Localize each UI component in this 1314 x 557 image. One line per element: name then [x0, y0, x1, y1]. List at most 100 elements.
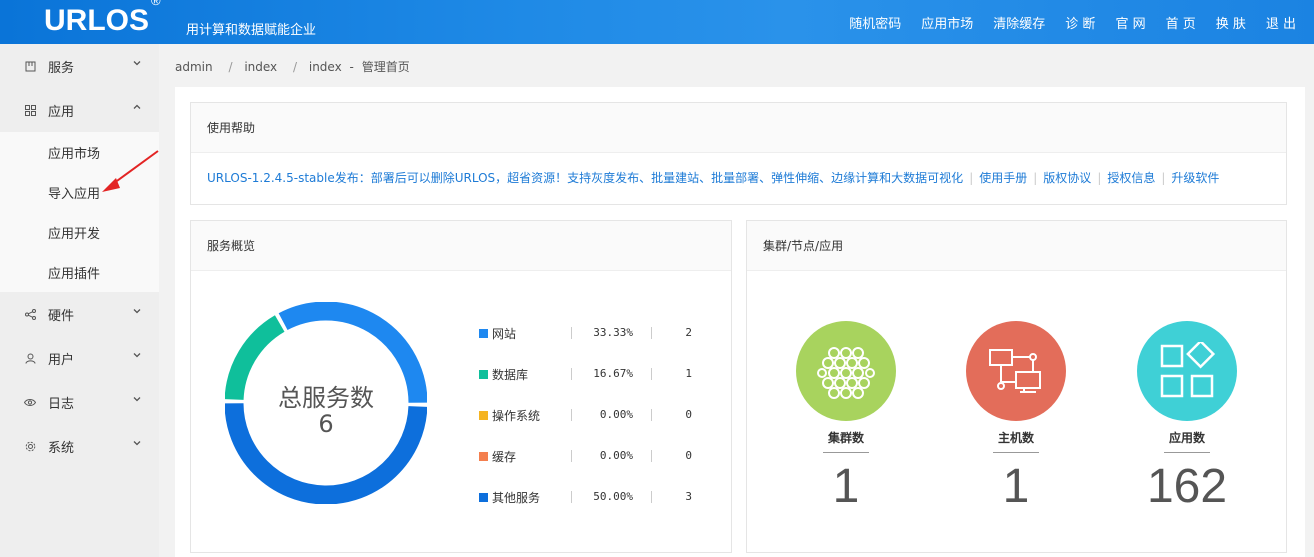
- legend-service-name: 缓存: [492, 450, 517, 464]
- legend-swatch: [479, 329, 488, 338]
- divider: |: [1097, 171, 1102, 185]
- divider: [651, 491, 652, 503]
- sidebar-item-system[interactable]: 系统: [0, 424, 159, 468]
- top-nav: 随机密码 应用市场 清除缓存 诊 断 官 网 首 页 换 肤 退 出: [839, 0, 1306, 44]
- chevron-down-icon: [133, 353, 141, 358]
- divider: [571, 409, 572, 421]
- share-nodes-icon: [24, 308, 36, 320]
- total-services-label: 总服务数: [278, 384, 374, 412]
- honeycomb-icon: [817, 347, 875, 399]
- nav-home[interactable]: 首 页: [1166, 13, 1196, 32]
- legend-swatch: [479, 452, 488, 461]
- breadcrumb: admin / index / index - 管理首页: [175, 58, 414, 75]
- sidebar-item-label: 日志: [48, 396, 75, 412]
- annotation-arrow-icon: [102, 150, 159, 192]
- gear-icon: [24, 440, 36, 452]
- apps-grid-icon: [24, 104, 36, 116]
- legend-row: 数据库 16.67% 1: [479, 360, 719, 401]
- logo-registered-mark: ®: [151, 0, 161, 8]
- divider: [571, 450, 572, 462]
- divider: [651, 368, 652, 380]
- chevron-down-icon: [133, 441, 141, 446]
- chevron-down-icon: [133, 309, 141, 314]
- sidebar-item-service[interactable]: 服务: [0, 44, 159, 88]
- logo[interactable]: URLOS®: [44, 0, 161, 38]
- host-stat[interactable]: 主机数 1: [966, 321, 1066, 514]
- legend-count: 0: [685, 408, 692, 421]
- legend-count: 1: [685, 367, 692, 380]
- legend-count: 0: [685, 449, 692, 462]
- legend-service-name: 网站: [492, 327, 517, 341]
- legend-row: 网站 33.33% 2: [479, 319, 719, 360]
- nav-random-password[interactable]: 随机密码: [849, 13, 901, 32]
- help-card: 使用帮助 URLOS-1.2.4.5-stable发布：部署后可以删除URLOS…: [190, 102, 1287, 205]
- services-card: 服务概览 总服务数 6 网站 33.33% 2 数据库 16.67% 1 操作系统 0.00%…: [190, 220, 732, 553]
- nav-logout[interactable]: 退 出: [1266, 13, 1296, 32]
- legend-swatch: [479, 493, 488, 502]
- nav-official-site[interactable]: 官 网: [1115, 13, 1145, 32]
- sidebar: 服务 应用 应用市场 导入应用 应用开发 应用插件 硬件 用户 日志 系统: [0, 44, 159, 557]
- divider: [651, 409, 652, 421]
- legend-row: 操作系统 0.00% 0: [479, 401, 719, 442]
- legend-service-name: 其他服务: [492, 491, 541, 505]
- sidebar-item-apps[interactable]: 应用: [0, 88, 159, 132]
- sidebar-item-log[interactable]: 日志: [0, 380, 159, 424]
- breadcrumb-separator: /: [292, 60, 298, 74]
- sidebar-item-label: 系统: [48, 440, 75, 456]
- cluster-node-app-card: 集群/节点/应用 集群数 1 主机数 1 应用数 162: [746, 220, 1287, 553]
- sidebar-item-label: 硬件: [48, 308, 75, 324]
- divider: [571, 327, 572, 339]
- nav-app-market[interactable]: 应用市场: [921, 13, 973, 32]
- legend-percentage: 50.00%: [593, 490, 633, 503]
- announcement-link[interactable]: URLOS-1.2.4.5-stable发布：部署后可以删除URLOS，超省资源…: [207, 171, 963, 185]
- sidebar-item-user[interactable]: 用户: [0, 336, 159, 380]
- legend-percentage: 16.67%: [593, 367, 633, 380]
- license-link[interactable]: 版权协议: [1043, 171, 1091, 185]
- chevron-down-icon: [133, 61, 141, 66]
- divider: [651, 450, 652, 462]
- legend-row: 其他服务 50.00% 3: [479, 483, 719, 524]
- divider: [571, 491, 572, 503]
- legend-percentage: 0.00%: [599, 408, 633, 421]
- help-card-title: 使用帮助: [191, 103, 1286, 153]
- legend-swatch: [479, 370, 488, 379]
- legend-service-name: 数据库: [492, 368, 529, 382]
- top-header: URLOS® 用计算和数据赋能企业 随机密码 应用市场 清除缓存 诊 断 官 网…: [0, 0, 1314, 44]
- cluster-stat[interactable]: 集群数 1: [796, 321, 896, 514]
- host-circle: [966, 321, 1066, 421]
- legend-service-name: 操作系统: [492, 409, 541, 423]
- services-legend: 网站 33.33% 2 数据库 16.67% 1 操作系统 0.00% 0 缓存 0.00% 0 其他服…: [479, 319, 719, 524]
- breadcrumb-admin[interactable]: admin: [175, 60, 213, 74]
- donut-center-label: 总服务数 6: [225, 385, 427, 437]
- network-hosts-icon: [989, 349, 1041, 393]
- sidebar-subitem-app-plugins[interactable]: 应用插件: [0, 252, 159, 292]
- breadcrumb-index[interactable]: index: [244, 60, 277, 74]
- divider: |: [969, 171, 974, 185]
- legend-percentage: 0.00%: [599, 449, 633, 462]
- slogan: 用计算和数据赋能企业: [186, 23, 317, 38]
- nav-diagnose[interactable]: 诊 断: [1065, 13, 1095, 32]
- auth-info-link[interactable]: 授权信息: [1107, 171, 1155, 185]
- host-count-label: 主机数: [993, 429, 1039, 453]
- total-services-value: 6: [318, 410, 334, 438]
- eye-icon: [24, 396, 36, 408]
- sidebar-subitem-app-dev[interactable]: 应用开发: [0, 212, 159, 252]
- app-count-label: 应用数: [1164, 429, 1210, 453]
- nav-clear-cache[interactable]: 清除缓存: [993, 13, 1045, 32]
- sidebar-item-label: 用户: [48, 352, 75, 368]
- breadcrumb-dash: -: [349, 60, 354, 74]
- legend-percentage: 33.33%: [593, 326, 633, 339]
- nav-skin[interactable]: 换 肤: [1216, 13, 1246, 32]
- chevron-up-icon: [133, 104, 141, 109]
- upgrade-link[interactable]: 升级软件: [1171, 171, 1219, 185]
- apps-icon: [1160, 342, 1216, 398]
- breadcrumb-page-title: 管理首页: [361, 60, 410, 74]
- manual-link[interactable]: 使用手册: [979, 171, 1027, 185]
- app-stat[interactable]: 应用数 162: [1137, 321, 1237, 514]
- user-icon: [24, 352, 36, 364]
- sidebar-item-hardware[interactable]: 硬件: [0, 292, 159, 336]
- help-links: URLOS-1.2.4.5-stable发布：部署后可以删除URLOS，超省资源…: [191, 153, 1286, 202]
- cluster-count-value: 1: [832, 460, 860, 513]
- services-card-title: 服务概览: [191, 221, 731, 271]
- host-count-value: 1: [1002, 460, 1030, 513]
